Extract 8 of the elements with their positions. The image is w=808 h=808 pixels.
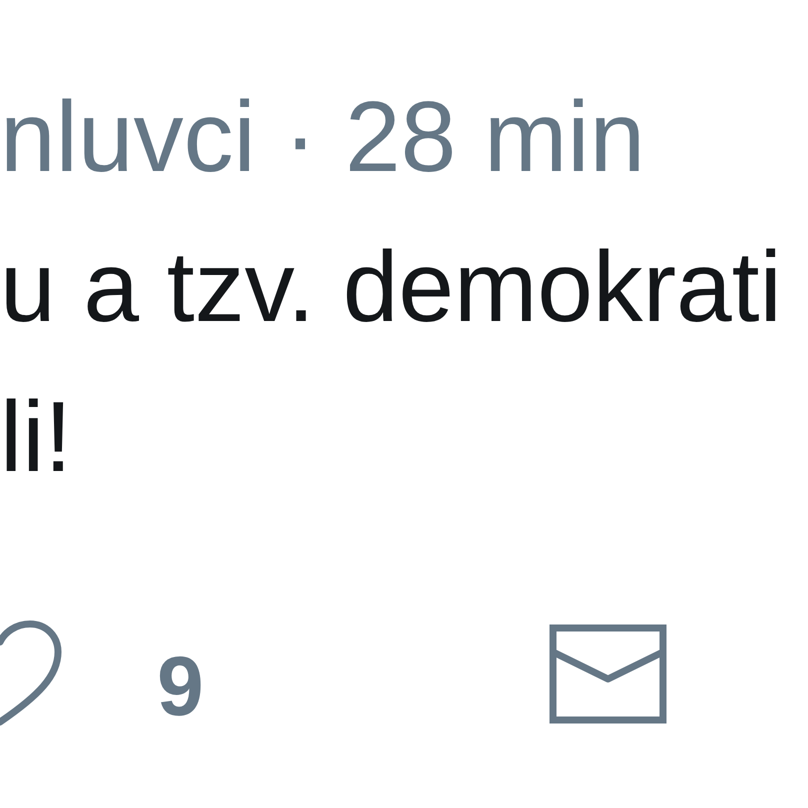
post-time[interactable]: 28 min <box>344 62 646 212</box>
author-name[interactable]: nluvci <box>0 62 256 212</box>
like-count: 9 <box>157 644 204 728</box>
post-text-line: u a tzv. demokrati <box>0 230 782 345</box>
post-text-line: li! <box>0 380 72 495</box>
separator-dot: · <box>284 80 317 195</box>
envelope-icon[interactable] <box>548 624 667 724</box>
heart-icon[interactable] <box>0 620 64 728</box>
